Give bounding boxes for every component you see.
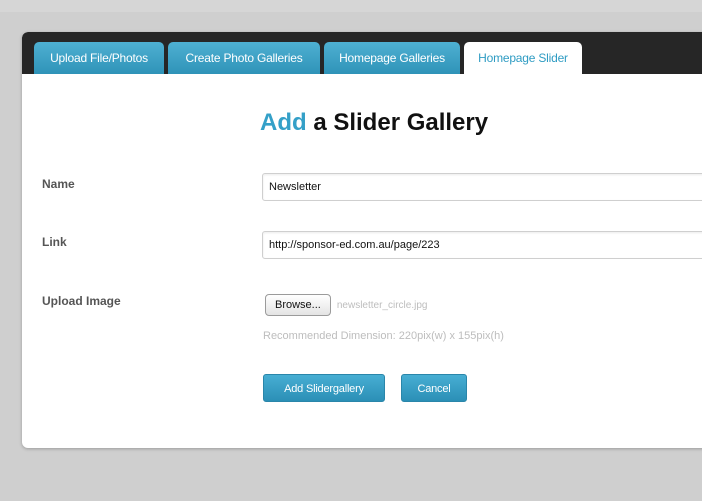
tab-bar: Upload File/Photos Create Photo Gallerie… [22,32,702,74]
page-title-rest: a Slider Gallery [306,109,489,136]
name-label: Name [42,177,75,191]
selected-file-name: newsletter_circle.jpg [336,299,428,311]
page-title: Add a Slider Gallery [260,109,488,137]
link-input[interactable] [262,231,702,259]
top-background-band [0,0,702,12]
cancel-button[interactable]: Cancel [401,374,467,402]
upload-image-label: Upload Image [42,294,121,308]
name-input[interactable] [262,173,702,201]
slider-gallery-panel: Upload File/Photos Create Photo Gallerie… [22,32,702,448]
add-slidergallery-button[interactable]: Add Slidergallery [263,374,385,402]
tab-upload-file-photos[interactable]: Upload File/Photos [34,42,164,74]
page-title-accent: Add [260,109,307,136]
tab-create-photo-galleries[interactable]: Create Photo Galleries [168,42,320,74]
tab-homepage-slider[interactable]: Homepage Slider [464,42,582,74]
tab-homepage-galleries[interactable]: Homepage Galleries [324,42,460,74]
file-upload-row: Browse... newsletter_circle.jpg [265,294,427,316]
browse-button[interactable]: Browse... [265,294,331,316]
link-label: Link [42,235,67,249]
recommended-dimension-hint: Recommended Dimension: 220pix(w) x 155pi… [263,330,504,342]
